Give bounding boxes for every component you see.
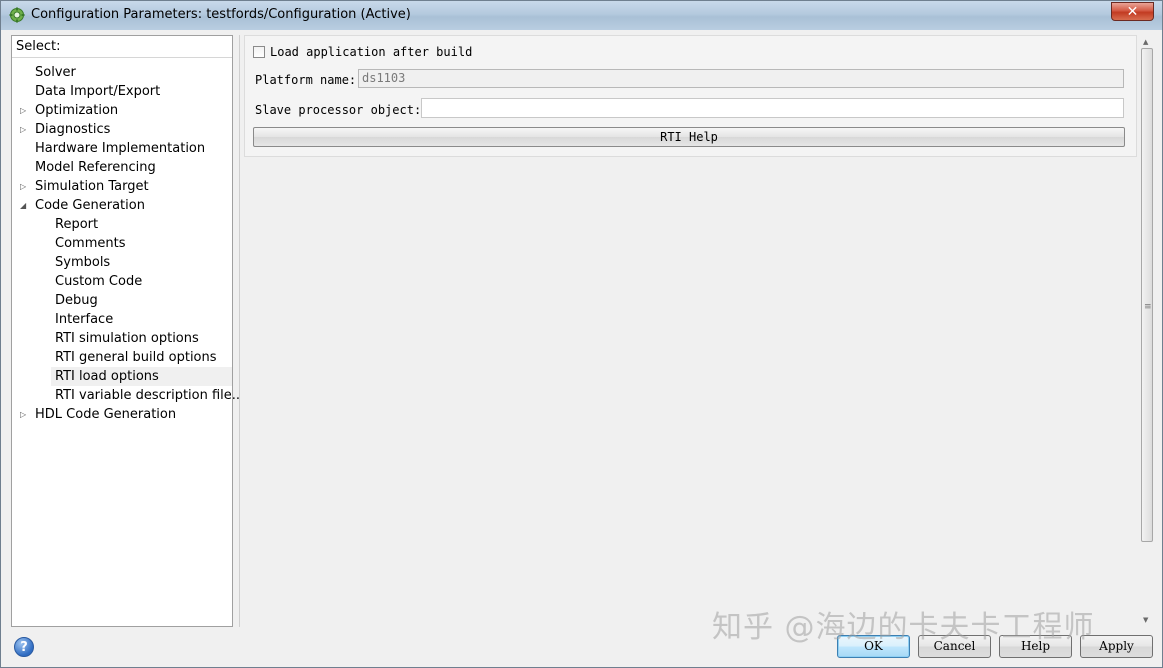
- simulink-config-icon: [9, 7, 25, 23]
- category-tree: Select: Solver Data Import/Export ▷ Optimiz…: [11, 35, 244, 627]
- tree-item[interactable]: Custom Code: [12, 272, 232, 291]
- tree-item[interactable]: Debug: [12, 291, 232, 310]
- load-application-label[interactable]: Load application after build: [270, 45, 472, 59]
- tree-item-label: Comments: [55, 236, 126, 251]
- rti-load-options-group: Load application after build Platform na…: [244, 35, 1137, 157]
- tree-item[interactable]: Hardware Implementation: [12, 139, 232, 158]
- collapsed-arrow-icon[interactable]: ▷: [20, 405, 26, 424]
- tree-item[interactable]: ◢ Code Generation: [12, 196, 232, 215]
- grip-icon: ≡: [1144, 302, 1152, 312]
- load-application-checkbox[interactable]: [253, 46, 265, 58]
- watermark-text: 知乎 @海边的卡夫卡工程师: [712, 610, 1095, 645]
- tree-item[interactable]: Solver: [12, 63, 232, 82]
- tree-item-label: Model Referencing: [35, 160, 156, 175]
- tree-item[interactable]: RTI simulation options: [12, 329, 232, 348]
- rti-help-button[interactable]: RTI Help: [253, 127, 1125, 147]
- tree-item-label: RTI variable description file...: [55, 388, 245, 403]
- dialog-client-area: Select: Solver Data Import/Export ▷ Optimiz…: [8, 30, 1157, 662]
- tree-item-label: RTI general build options: [55, 350, 217, 365]
- tree-item[interactable]: ▷ HDL Code Generation: [12, 405, 232, 424]
- platform-name-label: Platform name:: [255, 73, 357, 87]
- tree-item-label: RTI simulation options: [55, 331, 199, 346]
- close-button[interactable]: ✕: [1111, 2, 1154, 21]
- vertical-scrollbar[interactable]: ▲ ≡ ▼: [1140, 36, 1155, 626]
- tree-item[interactable]: ▷ Simulation Target: [12, 177, 232, 196]
- tree-header: Select:: [12, 36, 232, 58]
- settings-pane: Load application after build Platform na…: [239, 35, 1140, 627]
- slave-processor-label: Slave processor object:: [255, 103, 422, 117]
- platform-name-field: ds1103: [358, 69, 1124, 88]
- window-title: Configuration Parameters: testfords/Conf…: [31, 7, 411, 22]
- tree-item[interactable]: Report: [12, 215, 232, 234]
- tree-item-label: RTI load options: [55, 369, 159, 384]
- tree-item[interactable]: Interface: [12, 310, 232, 329]
- tree-item-label: Optimization: [35, 103, 119, 118]
- title-bar[interactable]: Configuration Parameters: testfords/Conf…: [1, 1, 1162, 30]
- tree-item[interactable]: Data Import/Export: [12, 82, 232, 101]
- collapsed-arrow-icon[interactable]: ▷: [20, 101, 26, 120]
- config-parameters-window: Configuration Parameters: testfords/Conf…: [0, 0, 1163, 668]
- tree-item-label: HDL Code Generation: [35, 407, 177, 422]
- tree-item-label: Symbols: [55, 255, 111, 270]
- slave-processor-field[interactable]: [421, 98, 1124, 118]
- expanded-arrow-icon[interactable]: ◢: [20, 196, 26, 215]
- tree-item-label: Solver: [35, 65, 76, 80]
- tree-item-label: Debug: [55, 293, 98, 308]
- tree-item-label: Custom Code: [55, 274, 143, 289]
- collapsed-arrow-icon[interactable]: ▷: [20, 120, 26, 139]
- scroll-down-icon[interactable]: ▼: [1143, 616, 1148, 624]
- scrollbar-thumb[interactable]: ≡: [1141, 48, 1153, 542]
- tree-item-label: Hardware Implementation: [35, 141, 206, 156]
- tree-item[interactable]: RTI load options: [51, 367, 232, 386]
- tree-item-label: Data Import/Export: [35, 84, 161, 99]
- tree-item-label: Code Generation: [35, 198, 145, 213]
- tree-item[interactable]: RTI variable description file...: [12, 386, 244, 405]
- tree-item[interactable]: Comments: [12, 234, 232, 253]
- tree-item-label: Simulation Target: [35, 179, 149, 194]
- tree-item[interactable]: RTI general build options: [12, 348, 232, 367]
- tree-item[interactable]: Model Referencing: [12, 158, 232, 177]
- tree-item-label: Report: [55, 217, 99, 232]
- tree-item-label: Interface: [55, 312, 114, 327]
- tree-item-label: Diagnostics: [35, 122, 111, 137]
- tree-item[interactable]: Symbols: [12, 253, 232, 272]
- help-question-icon[interactable]: ?: [14, 637, 34, 657]
- scroll-up-icon[interactable]: ▲: [1143, 38, 1148, 46]
- tree-item[interactable]: ▷ Optimization: [12, 101, 232, 120]
- tree-item[interactable]: ▷ Diagnostics: [12, 120, 232, 139]
- close-icon: ✕: [1126, 4, 1139, 20]
- collapsed-arrow-icon[interactable]: ▷: [20, 177, 26, 196]
